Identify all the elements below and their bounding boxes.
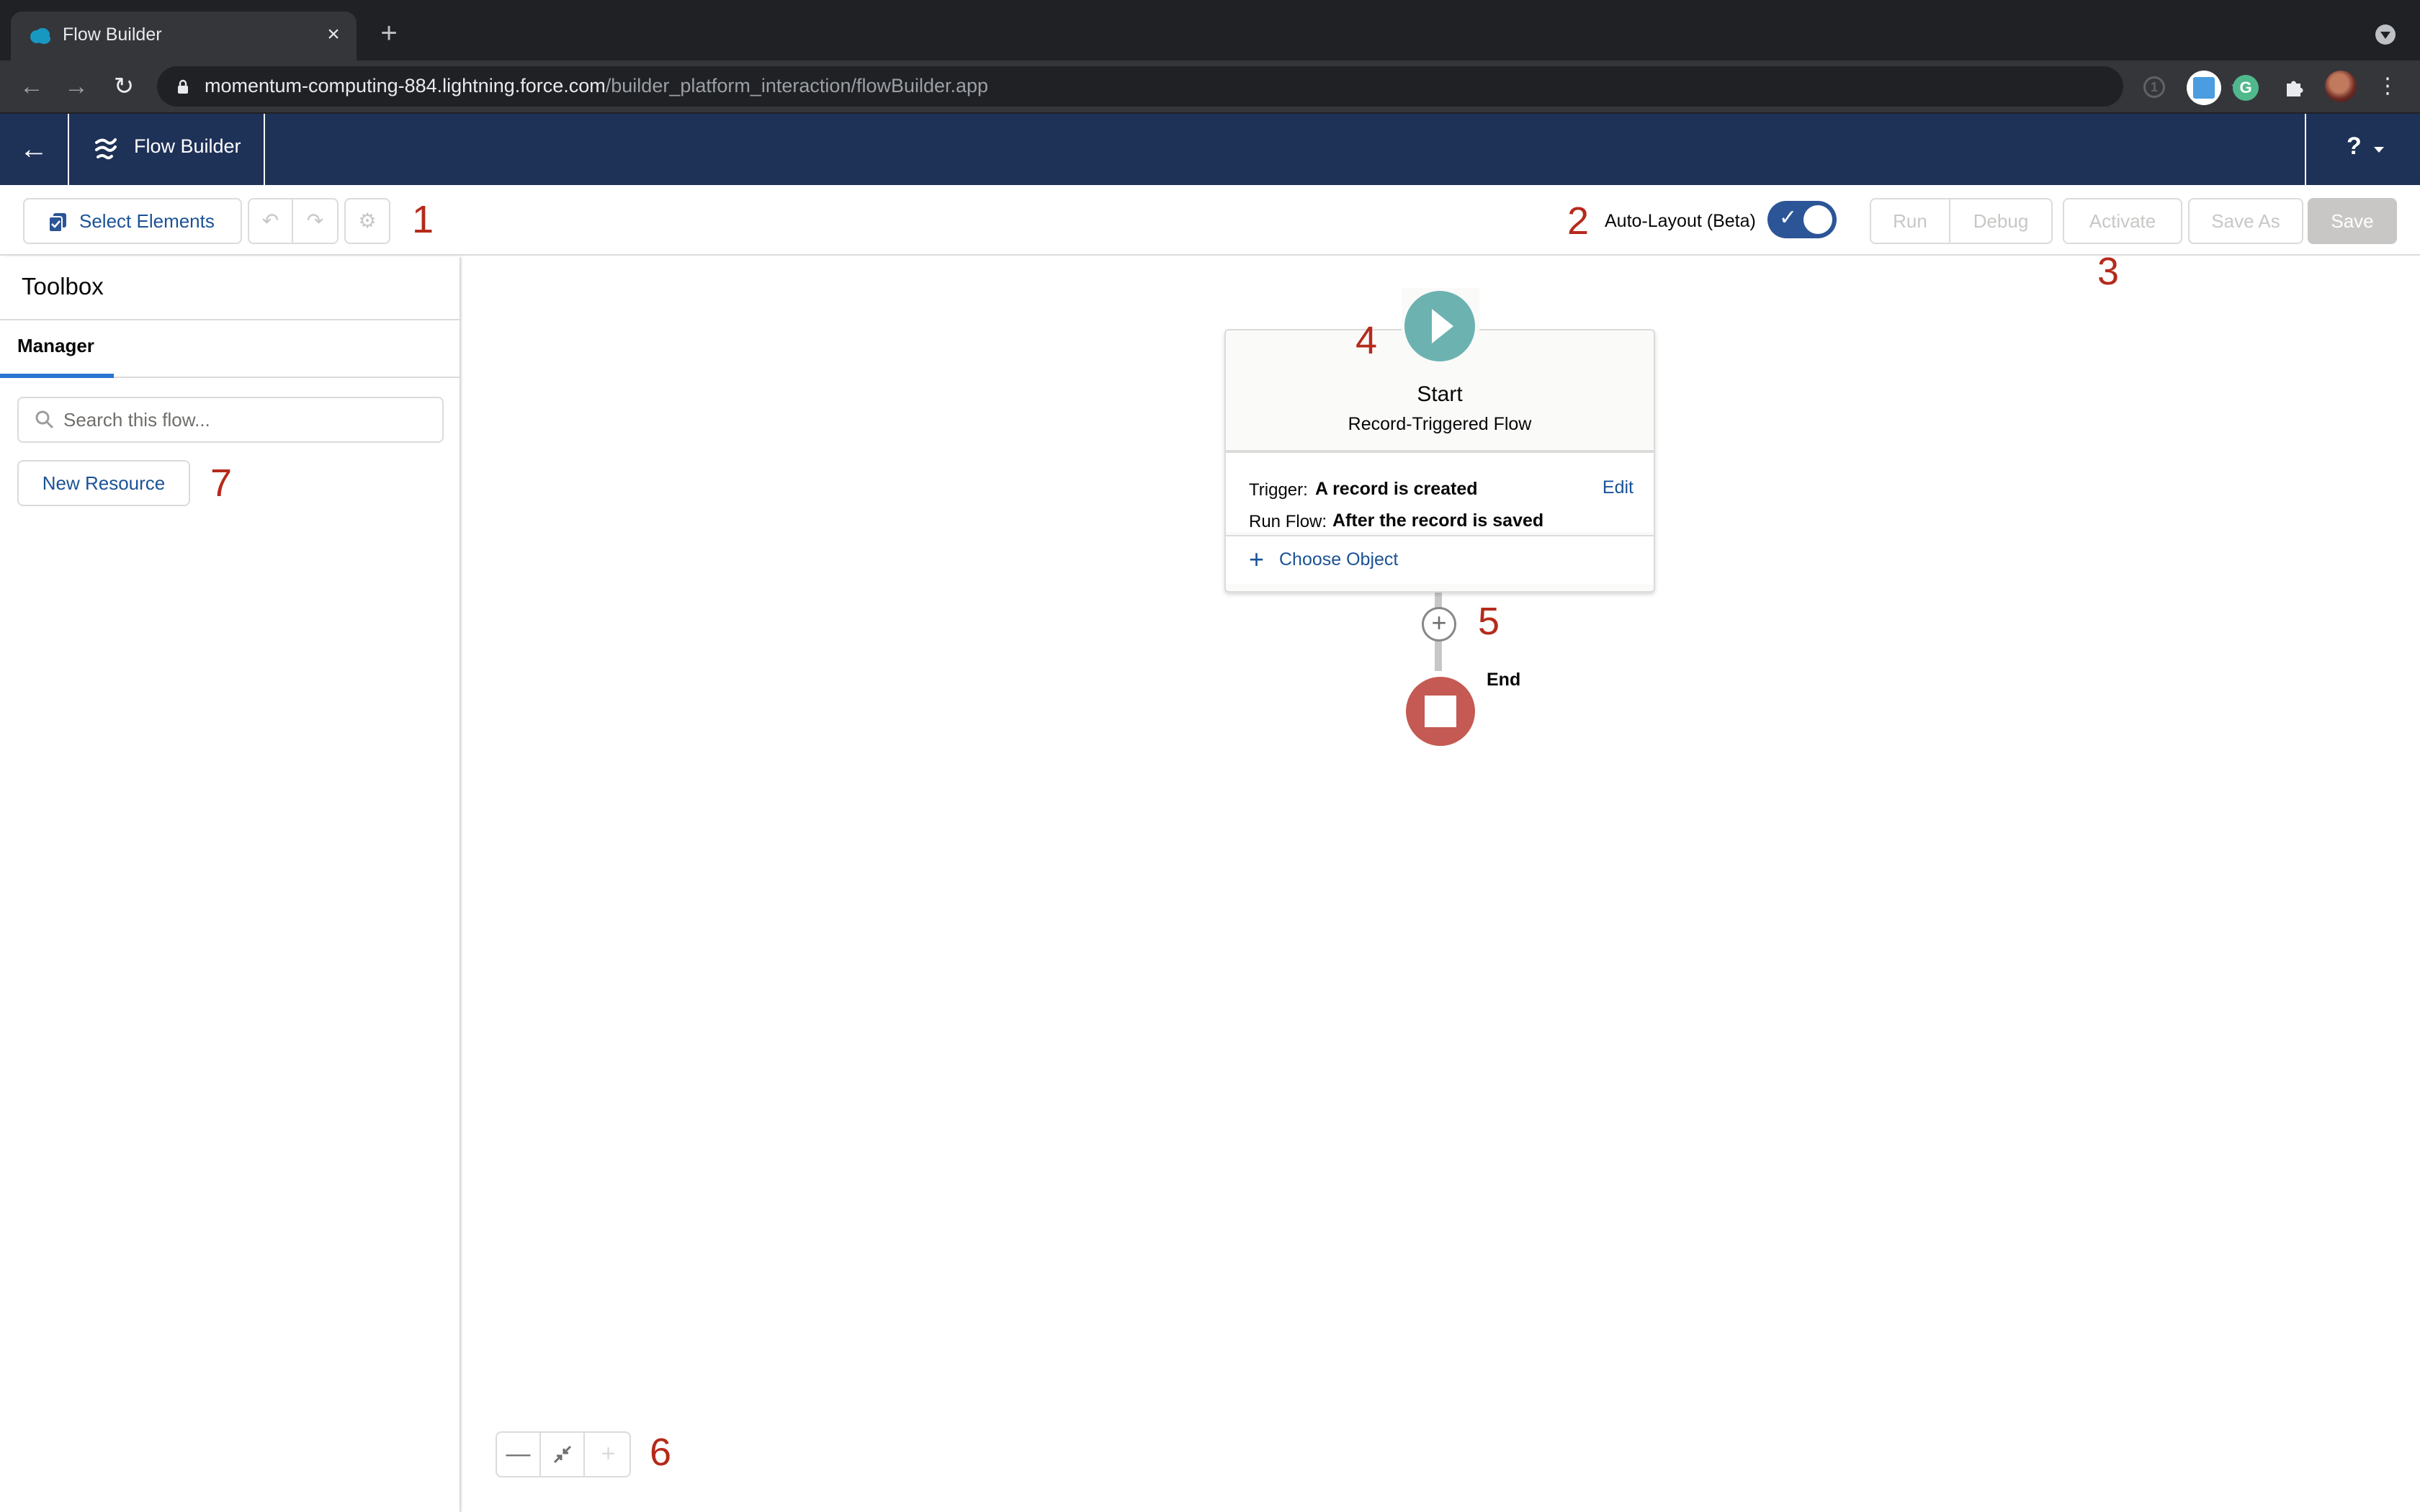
- start-details: Trigger: A record is created Run Flow: A…: [1226, 453, 1654, 532]
- flow-properties-gear-icon[interactable]: ⚙: [344, 198, 390, 244]
- url-text: momentum-computing-884.lightning.force.c…: [205, 75, 988, 97]
- app-name: Flow Builder: [134, 135, 241, 157]
- run-button[interactable]: Run: [1871, 199, 1950, 243]
- annotation-2: 2: [1567, 199, 1590, 243]
- trigger-label: Trigger:: [1249, 480, 1308, 500]
- app-header: ← Flow Builder ?: [0, 114, 2420, 185]
- reload-icon[interactable]: ↻: [108, 71, 140, 102]
- choose-object-label: Choose Object: [1279, 549, 1399, 570]
- fit-to-view-icon[interactable]: [541, 1433, 585, 1476]
- auto-layout-toggle[interactable]: ✓: [1767, 201, 1837, 238]
- puzzle-icon: [2287, 81, 2303, 96]
- run-flow-label: Run Flow:: [1249, 512, 1327, 531]
- select-elements-button[interactable]: Select Elements: [23, 198, 242, 244]
- activate-button[interactable]: Activate: [2063, 198, 2182, 244]
- extensions-puzzle-icon[interactable]: [2280, 73, 2309, 102]
- play-icon[interactable]: [1404, 291, 1475, 361]
- end-label: End: [1487, 670, 1521, 690]
- annotation-7: 7: [210, 462, 233, 505]
- back-button[interactable]: ←: [0, 114, 69, 185]
- annotation-6: 6: [650, 1431, 672, 1474]
- search-icon: [35, 410, 54, 429]
- active-tab-indicator: [0, 374, 114, 378]
- start-flow-type: Record-Triggered Flow: [1348, 414, 1532, 434]
- browser-menu-icon[interactable]: ⋮: [2377, 72, 2398, 101]
- search-flow-input[interactable]: [63, 398, 438, 441]
- annotation-3: 3: [2097, 250, 2120, 293]
- annotation-4: 4: [1355, 319, 1378, 362]
- tab-title: Flow Builder: [63, 24, 162, 45]
- address-bar[interactable]: momentum-computing-884.lightning.force.c…: [157, 66, 2251, 107]
- start-element-card[interactable]: Start Record-Triggered Flow Trigger: A r…: [1224, 329, 1655, 593]
- check-icon: ✓: [1779, 206, 1798, 230]
- new-resource-button[interactable]: New Resource: [17, 460, 190, 506]
- start-title: Start: [1417, 382, 1463, 406]
- 1password-icon[interactable]: 1: [2143, 76, 2165, 98]
- save-button[interactable]: Save: [2308, 198, 2397, 244]
- toolbox-title: Toolbox: [22, 273, 104, 300]
- salesforce-cloud-icon: [30, 28, 50, 44]
- new-tab-button[interactable]: +: [375, 19, 403, 49]
- stop-icon[interactable]: [1406, 677, 1475, 746]
- browser-forward-icon[interactable]: →: [60, 71, 92, 102]
- multi-select-checkbox-icon: [49, 213, 66, 232]
- lock-icon: [178, 79, 188, 94]
- url-path: /builder_platform_interaction/flowBuilde…: [605, 75, 989, 96]
- tab-search-icon[interactable]: [2375, 24, 2396, 45]
- annotation-1: 1: [412, 198, 434, 241]
- shrink-arrows-icon: [553, 1445, 571, 1464]
- search-flow-field[interactable]: [17, 397, 444, 443]
- divider: [0, 319, 460, 320]
- select-elements-label: Select Elements: [79, 210, 215, 232]
- help-icon: ?: [2347, 132, 2362, 160]
- debug-button[interactable]: Debug: [1950, 199, 2051, 243]
- choose-object-link[interactable]: + Choose Object: [1226, 536, 1654, 584]
- flow-icon: [95, 138, 117, 160]
- browser-tab-flow-builder[interactable]: Flow Builder ×: [11, 12, 357, 60]
- toolbox-sidebar: Toolbox Manager New Resource: [0, 257, 461, 1512]
- undo-redo-group: ↶ ↷: [248, 198, 339, 244]
- close-tab-icon[interactable]: ×: [321, 22, 346, 48]
- add-element-button[interactable]: +: [1422, 607, 1456, 642]
- help-menu-button[interactable]: ?: [2305, 114, 2420, 185]
- run-debug-group: Run Debug: [1870, 198, 2053, 244]
- browser-toolbar: ← → ↻ momentum-computing-884.lightning.f…: [0, 60, 2420, 114]
- search-people-extension-icon[interactable]: [2187, 71, 2221, 105]
- zoom-controls: — +: [496, 1431, 631, 1477]
- zoom-out-icon[interactable]: —: [497, 1433, 541, 1476]
- auto-layout-label: Auto-Layout (Beta): [1605, 211, 1756, 231]
- tab-manager[interactable]: Manager: [17, 335, 94, 357]
- annotation-5: 5: [1478, 600, 1500, 643]
- browser-tab-strip: Flow Builder × +: [0, 0, 2420, 60]
- profile-avatar[interactable]: [2325, 71, 2357, 102]
- trigger-value: A record is created: [1315, 479, 1478, 499]
- url-host: momentum-computing-884.lightning.force.c…: [205, 75, 606, 96]
- grammarly-icon[interactable]: G: [2233, 75, 2259, 101]
- chevron-down-icon: [2374, 147, 2384, 153]
- redo-icon[interactable]: ↷: [293, 199, 337, 243]
- browser-back-icon[interactable]: ←: [16, 71, 48, 102]
- undo-icon[interactable]: ↶: [249, 199, 293, 243]
- toggle-knob: [1803, 205, 1832, 234]
- edit-trigger-link[interactable]: Edit: [1603, 477, 1634, 498]
- zoom-in-icon[interactable]: +: [586, 1433, 630, 1476]
- save-as-button[interactable]: Save As: [2188, 198, 2303, 244]
- run-flow-value: After the record is saved: [1332, 510, 1544, 531]
- app-title: Flow Builder: [69, 114, 265, 185]
- add-icon: +: [1249, 544, 1265, 574]
- flow-toolbar: Select Elements ↶ ↷ ⚙ Auto-Layout (Beta)…: [0, 185, 2420, 256]
